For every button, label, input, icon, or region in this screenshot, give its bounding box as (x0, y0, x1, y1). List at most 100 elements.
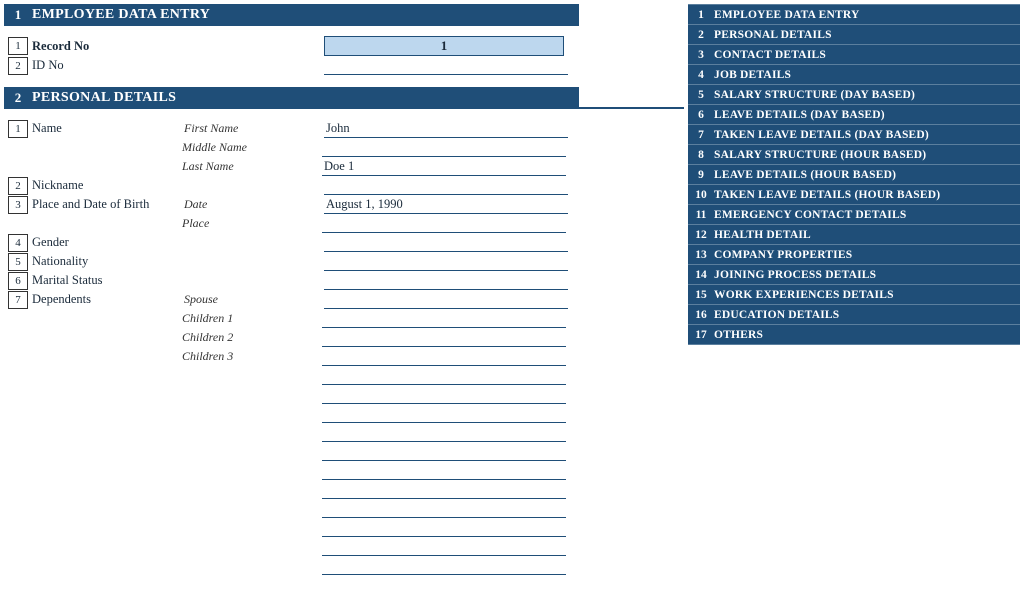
blank-field[interactable] (322, 424, 566, 442)
blank-row (4, 537, 684, 556)
blank-field[interactable] (322, 405, 566, 423)
nav-item-num: 17 (688, 329, 714, 341)
field-marital[interactable] (324, 272, 568, 290)
row-num-dependents: 7 (8, 291, 28, 309)
label-nickname: Nickname (32, 178, 184, 193)
row-record-no: 1 Record No 1 (4, 36, 684, 56)
nav-item-9[interactable]: 9LEAVE DETAILS (HOUR BASED) (688, 165, 1020, 185)
blank-field[interactable] (322, 386, 566, 404)
nav-item-num: 2 (688, 29, 714, 41)
blank-row (4, 423, 684, 442)
field-gender[interactable] (324, 234, 568, 252)
nav-item-13[interactable]: 13COMPANY PROPERTIES (688, 245, 1020, 265)
sublabel-middle-name: Middle Name (182, 140, 322, 155)
nav-item-label: LEAVE DETAILS (HOUR BASED) (714, 169, 896, 181)
row-num-id-no: 2 (8, 57, 28, 75)
blank-row (4, 461, 684, 480)
field-spouse[interactable] (324, 291, 568, 309)
label-dependents: Dependents (32, 292, 184, 307)
row-num-gender: 4 (8, 234, 28, 252)
nav-item-10[interactable]: 10TAKEN LEAVE DETAILS (HOUR BASED) (688, 185, 1020, 205)
field-children-3[interactable] (322, 348, 566, 366)
nav-panel: 1EMPLOYEE DATA ENTRY2PERSONAL DETAILS3CO… (688, 4, 1020, 345)
field-nationality[interactable] (324, 253, 568, 271)
field-first-name[interactable]: John (324, 120, 568, 138)
field-birth-date[interactable]: August 1, 1990 (324, 196, 568, 214)
nav-item-6[interactable]: 6LEAVE DETAILS (DAY BASED) (688, 105, 1020, 125)
nav-item-1[interactable]: 1EMPLOYEE DATA ENTRY (688, 5, 1020, 25)
row-num-marital: 6 (8, 272, 28, 290)
section-1-num: 1 (4, 7, 32, 23)
nav-item-num: 8 (688, 149, 714, 161)
blank-field[interactable] (322, 557, 566, 575)
field-last-name[interactable]: Doe 1 (322, 158, 566, 176)
nav-item-16[interactable]: 16EDUCATION DETAILS (688, 305, 1020, 325)
field-children-1[interactable] (322, 310, 566, 328)
blank-row (4, 499, 684, 518)
row-birth: 3 Place and Date of Birth Date August 1,… (4, 195, 684, 214)
nav-item-3[interactable]: 3CONTACT DETAILS (688, 45, 1020, 65)
nav-item-num: 10 (688, 189, 714, 201)
blank-field[interactable] (322, 443, 566, 461)
blank-field[interactable] (322, 481, 566, 499)
sublabel-spouse: Spouse (184, 292, 324, 307)
nav-item-label: SALARY STRUCTURE (HOUR BASED) (714, 149, 926, 161)
nav-item-num: 16 (688, 309, 714, 321)
nav-item-num: 7 (688, 129, 714, 141)
blank-field[interactable] (322, 500, 566, 518)
label-birth: Place and Date of Birth (32, 197, 184, 212)
nav-item-17[interactable]: 17OTHERS (688, 325, 1020, 345)
nav-item-7[interactable]: 7TAKEN LEAVE DETAILS (DAY BASED) (688, 125, 1020, 145)
row-num-nickname: 2 (8, 177, 28, 195)
blank-row (4, 404, 684, 423)
nav-item-label: COMPANY PROPERTIES (714, 249, 852, 261)
label-name: Name (32, 121, 184, 136)
nav-item-label: CONTACT DETAILS (714, 49, 826, 61)
row-nickname: 2 Nickname (4, 176, 684, 195)
nav-item-label: SALARY STRUCTURE (DAY BASED) (714, 89, 915, 101)
nav-item-num: 12 (688, 229, 714, 241)
nav-item-4[interactable]: 4JOB DETAILS (688, 65, 1020, 85)
blank-field[interactable] (322, 462, 566, 480)
row-num-nationality: 5 (8, 253, 28, 271)
blank-row (4, 385, 684, 404)
label-marital: Marital Status (32, 273, 184, 288)
nav-item-label: EDUCATION DETAILS (714, 309, 839, 321)
section-2-header: 2 PERSONAL DETAILS (4, 87, 579, 109)
field-children-2[interactable] (322, 329, 566, 347)
nav-item-12[interactable]: 12HEALTH DETAIL (688, 225, 1020, 245)
nav-item-2[interactable]: 2PERSONAL DETAILS (688, 25, 1020, 45)
blank-row (4, 480, 684, 499)
field-middle-name[interactable] (322, 139, 566, 157)
row-dependents: 7 Dependents Spouse (4, 290, 684, 309)
field-nickname[interactable] (324, 177, 568, 195)
field-id-no[interactable] (324, 57, 568, 75)
row-marital: 6 Marital Status (4, 271, 684, 290)
section-2-title: PERSONAL DETAILS (32, 90, 176, 106)
nav-item-14[interactable]: 14JOINING PROCESS DETAILS (688, 265, 1020, 285)
row-children-1: Children 1 (4, 309, 684, 328)
nav-item-num: 11 (688, 209, 714, 221)
nav-item-label: TAKEN LEAVE DETAILS (HOUR BASED) (714, 189, 940, 201)
blank-field[interactable] (322, 519, 566, 537)
row-name: 1 Name First Name John (4, 119, 684, 138)
blank-row (4, 518, 684, 537)
label-gender: Gender (32, 235, 184, 250)
nav-item-num: 4 (688, 69, 714, 81)
nav-item-num: 5 (688, 89, 714, 101)
sublabel-birth-place: Place (182, 216, 322, 231)
blank-field[interactable] (322, 367, 566, 385)
nav-item-label: TAKEN LEAVE DETAILS (DAY BASED) (714, 129, 929, 141)
sublabel-birth-date: Date (184, 197, 324, 212)
field-birth-place[interactable] (322, 215, 566, 233)
nav-item-11[interactable]: 11EMERGENCY CONTACT DETAILS (688, 205, 1020, 225)
field-record-no[interactable]: 1 (324, 36, 564, 56)
nav-item-8[interactable]: 8SALARY STRUCTURE (HOUR BASED) (688, 145, 1020, 165)
row-last-name: Last Name Doe 1 (4, 157, 684, 176)
nav-item-num: 14 (688, 269, 714, 281)
nav-item-num: 6 (688, 109, 714, 121)
nav-item-15[interactable]: 15WORK EXPERIENCES DETAILS (688, 285, 1020, 305)
nav-item-5[interactable]: 5SALARY STRUCTURE (DAY BASED) (688, 85, 1020, 105)
nav-item-label: PERSONAL DETAILS (714, 29, 832, 41)
blank-field[interactable] (322, 538, 566, 556)
